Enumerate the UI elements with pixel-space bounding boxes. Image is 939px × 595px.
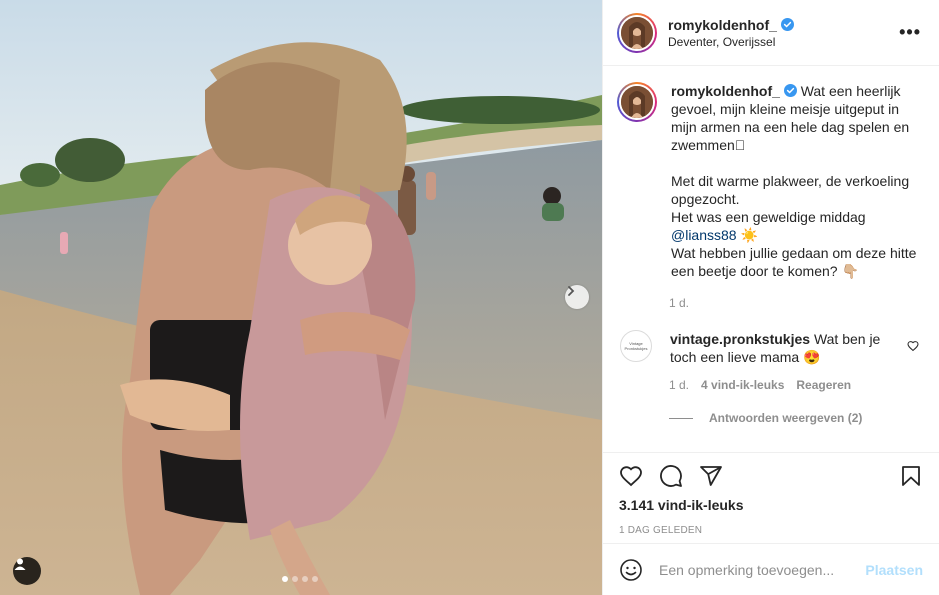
- post-date[interactable]: 1 DAG GELEDEN: [619, 525, 923, 536]
- carousel-indicators: [282, 576, 318, 582]
- view-replies-label: Antwoorden weergeven (2): [709, 411, 863, 425]
- comment-like-heart-icon[interactable]: [907, 340, 919, 352]
- add-comment-bar: Plaatsen: [603, 543, 939, 595]
- author-avatar-image: [621, 16, 653, 49]
- post-location[interactable]: Deventer, Overijssel: [668, 35, 794, 49]
- comment-meta: 1 d. 4 vind-ik-leuks Reageren: [669, 378, 923, 392]
- comment-body: vintage.pronkstukjes Wat ben je toch een…: [670, 330, 910, 366]
- emoji-icon[interactable]: [619, 558, 643, 582]
- comment-input[interactable]: [659, 561, 866, 578]
- author-avatar-image: [621, 86, 653, 118]
- caption-row: romykoldenhof_ Wat een heerlijk gevoel, …: [617, 82, 923, 280]
- heart-icon[interactable]: [619, 464, 643, 488]
- post-caption: romykoldenhof_ Wat een heerlijk gevoel, …: [671, 82, 923, 280]
- comment-reply-button[interactable]: Reageren: [796, 378, 851, 392]
- user-tag-button[interactable]: [13, 557, 41, 585]
- post-comment-button[interactable]: Plaatsen: [865, 562, 923, 578]
- commenter-avatar-text: Vintage Pronkstukjes: [624, 341, 648, 351]
- replies-divider: [669, 417, 693, 419]
- comment-icon[interactable]: [659, 464, 683, 488]
- carousel-dot: [312, 576, 318, 582]
- author-avatar[interactable]: [617, 12, 657, 53]
- carousel-next-button[interactable]: [565, 285, 589, 309]
- carousel-dot: [302, 576, 308, 582]
- post-photo[interactable]: [0, 0, 602, 595]
- comments-section: romykoldenhof_ Wat een heerlijk gevoel, …: [603, 66, 939, 452]
- beach-photo-image: [0, 0, 602, 595]
- bookmark-icon[interactable]: [899, 464, 923, 488]
- verified-badge-icon: [783, 84, 797, 97]
- comment-timestamp[interactable]: 1 d.: [669, 378, 689, 392]
- caption-mention-link[interactable]: @lianss88: [671, 227, 737, 243]
- caption-text-2: Met dit warme plakweer, de verkoeling op…: [671, 173, 910, 207]
- verified-badge-icon: [780, 18, 794, 31]
- commenter-avatar[interactable]: Vintage Pronkstukjes: [620, 330, 652, 362]
- caption-username[interactable]: romykoldenhof_: [671, 83, 780, 99]
- comment-likes-count[interactable]: 4 vind-ik-leuks: [701, 378, 784, 392]
- comment-item: Vintage Pronkstukjes vintage.pronkstukje…: [617, 330, 923, 425]
- post-likes-count[interactable]: 3.141 vind-ik-leuks: [619, 497, 923, 513]
- caption-mention-suffix: ☀️: [736, 227, 758, 243]
- carousel-dot: [282, 576, 288, 582]
- user-tag-icon: [14, 558, 26, 570]
- post-header: romykoldenhof_ Deventer, Overijssel •••: [603, 0, 939, 66]
- caption-timestamp[interactable]: 1 d.: [669, 296, 923, 310]
- caption-author-avatar[interactable]: [617, 82, 657, 122]
- caption-text-4: Wat hebben jullie gedaan om deze hitte e…: [671, 245, 917, 279]
- more-options-icon[interactable]: •••: [899, 22, 921, 43]
- commenter-username[interactable]: vintage.pronkstukjes: [670, 331, 810, 347]
- view-replies-button[interactable]: Antwoorden weergeven (2): [669, 411, 923, 425]
- post-side-panel: romykoldenhof_ Deventer, Overijssel •••: [602, 0, 939, 595]
- chevron-right-icon: [568, 286, 575, 296]
- caption-text-3: Het was een geweldige middag: [671, 209, 866, 225]
- send-icon[interactable]: [699, 464, 723, 488]
- author-username[interactable]: romykoldenhof_: [668, 17, 777, 33]
- carousel-dot: [292, 576, 298, 582]
- post-actions: 3.141 vind-ik-leuks 1 DAG GELEDEN: [603, 452, 939, 544]
